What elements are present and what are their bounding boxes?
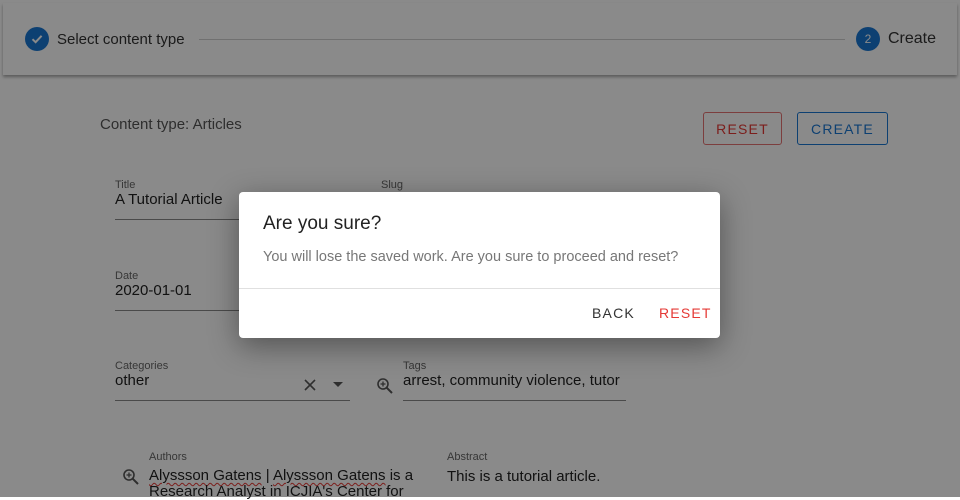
dialog-reset-button[interactable]: RESET: [659, 299, 712, 327]
dialog-title: Are you sure?: [263, 213, 382, 234]
back-button[interactable]: BACK: [592, 299, 635, 327]
dialog-divider: [239, 288, 720, 289]
confirm-dialog: Are you sure? You will lose the saved wo…: [239, 192, 720, 338]
dialog-message: You will lose the saved work. Are you su…: [263, 249, 679, 265]
